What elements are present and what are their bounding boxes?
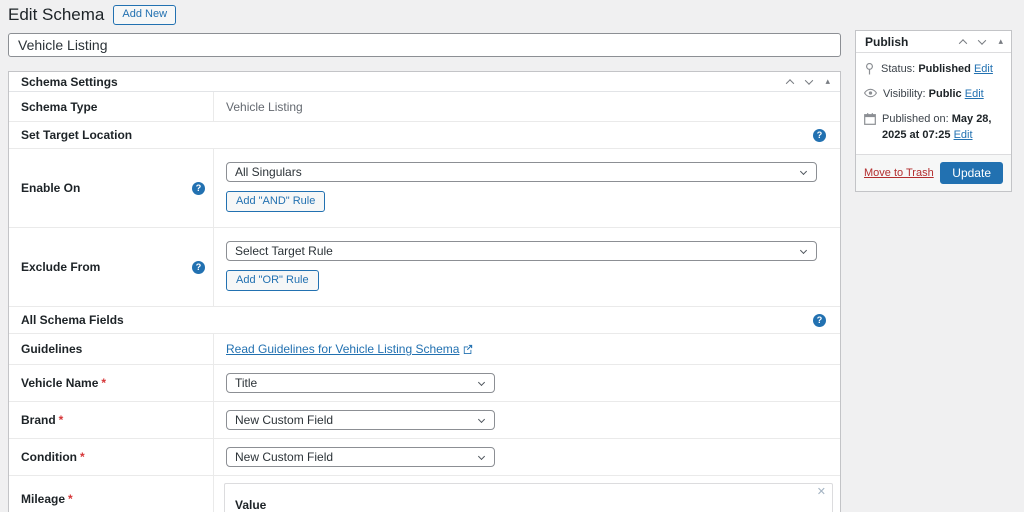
calendar-icon xyxy=(864,113,876,125)
vehicle-name-label: Vehicle Name* xyxy=(9,365,214,401)
edit-status-link[interactable]: Edit xyxy=(974,63,993,75)
move-to-trash-link[interactable]: Move to Trash xyxy=(864,167,934,179)
close-icon[interactable]: ✕ xyxy=(817,487,826,498)
schema-type-value: Vehicle Listing xyxy=(226,100,303,114)
help-icon[interactable]: ? xyxy=(813,314,826,327)
required-asterisk: * xyxy=(59,413,64,427)
brand-row: Brand* New Custom Field xyxy=(9,402,840,439)
required-asterisk: * xyxy=(68,492,73,506)
mileage-label: Mileage* xyxy=(9,476,214,512)
publish-header: Publish ▴ xyxy=(856,31,1011,53)
sidebar-column: Publish ▴ Status: Published Ed xyxy=(855,4,1012,512)
set-target-location-title: Set Target Location xyxy=(21,128,132,142)
publish-metabox: Publish ▴ Status: Published Ed xyxy=(855,30,1012,192)
required-asterisk: * xyxy=(101,376,106,390)
help-icon[interactable]: ? xyxy=(813,129,826,142)
page-heading-row: Edit Schema Add New xyxy=(8,4,841,26)
exclude-from-label: Exclude From xyxy=(21,260,100,274)
status-row: Status: Published Edit xyxy=(864,62,1002,78)
metabox-header: Schema Settings ▴ xyxy=(9,72,840,92)
mileage-value-cell: ✕ Value New Custom Field xyxy=(214,476,841,512)
page-title: Edit Schema xyxy=(8,5,104,25)
edit-visibility-link[interactable]: Edit xyxy=(965,88,984,100)
collapse-toggle-icon[interactable]: ▴ xyxy=(825,77,830,86)
edit-schema-page: Edit Schema Add New Schema Settings ▴ Sc… xyxy=(0,0,1024,512)
condition-select[interactable]: New Custom Field xyxy=(226,447,495,467)
mileage-field-panel: ✕ Value New Custom Field xyxy=(224,483,833,512)
chevron-down-icon xyxy=(478,453,485,460)
mileage-value-label: Value xyxy=(235,498,822,512)
schema-type-label: Schema Type xyxy=(9,92,214,121)
schema-title-input[interactable] xyxy=(8,33,841,57)
required-asterisk: * xyxy=(80,450,85,464)
brand-value-cell: New Custom Field xyxy=(214,402,840,438)
enable-on-value-cell: All Singulars Add "AND" Rule xyxy=(214,149,840,227)
add-and-rule-button[interactable]: Add "AND" Rule xyxy=(226,191,325,212)
enable-on-label-cell: Enable On ? xyxy=(9,149,214,227)
help-icon[interactable]: ? xyxy=(192,182,205,195)
eye-icon xyxy=(864,88,877,98)
enable-on-select[interactable]: All Singulars xyxy=(226,162,817,182)
collapse-toggle-icon[interactable]: ▴ xyxy=(998,37,1003,46)
visibility-text: Visibility: Public Edit xyxy=(883,87,984,103)
condition-label: Condition* xyxy=(9,439,214,475)
external-link-icon xyxy=(463,344,473,354)
vehicle-name-row: Vehicle Name* Title xyxy=(9,365,840,402)
vehicle-name-value-cell: Title xyxy=(214,365,840,401)
help-icon[interactable]: ? xyxy=(192,261,205,274)
vehicle-name-select[interactable]: Title xyxy=(226,373,495,393)
enable-on-row: Enable On ? All Singulars Add "AND" Rule xyxy=(9,149,840,228)
chevron-down-icon xyxy=(800,247,807,254)
move-up-icon[interactable] xyxy=(786,79,794,87)
condition-row: Condition* New Custom Field xyxy=(9,439,840,476)
visibility-row: Visibility: Public Edit xyxy=(864,87,1002,103)
guidelines-label: Guidelines xyxy=(9,334,214,364)
published-on-row: Published on: May 28, 2025 at 07:25 Edit xyxy=(864,112,1002,144)
metabox-handle-icons: ▴ xyxy=(787,77,830,86)
all-schema-fields-title: All Schema Fields xyxy=(21,313,124,327)
add-or-rule-button[interactable]: Add "OR" Rule xyxy=(226,270,319,291)
guidelines-link[interactable]: Read Guidelines for Vehicle Listing Sche… xyxy=(226,342,473,356)
enable-on-label: Enable On xyxy=(21,181,80,195)
all-schema-fields-section: All Schema Fields ? xyxy=(9,307,840,334)
guidelines-row: Guidelines Read Guidelines for Vehicle L… xyxy=(9,334,840,365)
schema-type-value-cell: Vehicle Listing xyxy=(214,92,840,121)
chevron-down-icon xyxy=(800,168,807,175)
publish-footer: Move to Trash Update xyxy=(856,154,1011,191)
condition-value-cell: New Custom Field xyxy=(214,439,840,475)
move-down-icon[interactable] xyxy=(978,36,986,44)
guidelines-value-cell: Read Guidelines for Vehicle Listing Sche… xyxy=(214,334,840,364)
mileage-row: Mileage* ✕ Value New Custom Field xyxy=(9,476,840,512)
exclude-from-row: Exclude From ? Select Target Rule Add "O… xyxy=(9,228,840,307)
publish-title: Publish xyxy=(865,35,908,49)
move-down-icon[interactable] xyxy=(805,76,813,84)
brand-label: Brand* xyxy=(9,402,214,438)
exclude-from-label-cell: Exclude From ? xyxy=(9,228,214,306)
publish-body: Status: Published Edit Visibility: Publi… xyxy=(856,53,1011,154)
set-target-location-section: Set Target Location ? xyxy=(9,122,840,149)
update-button[interactable]: Update xyxy=(940,162,1003,184)
schema-type-row: Schema Type Vehicle Listing xyxy=(9,92,840,122)
chevron-down-icon xyxy=(478,416,485,423)
exclude-from-select[interactable]: Select Target Rule xyxy=(226,241,817,261)
edit-published-on-link[interactable]: Edit xyxy=(954,129,973,141)
main-column: Edit Schema Add New Schema Settings ▴ Sc… xyxy=(8,4,841,512)
brand-select[interactable]: New Custom Field xyxy=(226,410,495,430)
published-on-text: Published on: May 28, 2025 at 07:25 Edit xyxy=(882,112,1002,144)
add-new-button[interactable]: Add New xyxy=(113,5,176,24)
status-text: Status: Published Edit xyxy=(881,62,993,78)
chevron-down-icon xyxy=(478,379,485,386)
move-up-icon[interactable] xyxy=(959,39,967,47)
exclude-from-value-cell: Select Target Rule Add "OR" Rule xyxy=(214,228,840,306)
schema-settings-metabox: Schema Settings ▴ Schema Type Vehicle Li… xyxy=(8,71,841,512)
pin-icon xyxy=(864,63,875,75)
metabox-title: Schema Settings xyxy=(21,75,118,89)
publish-handle-icons: ▴ xyxy=(960,37,1003,46)
